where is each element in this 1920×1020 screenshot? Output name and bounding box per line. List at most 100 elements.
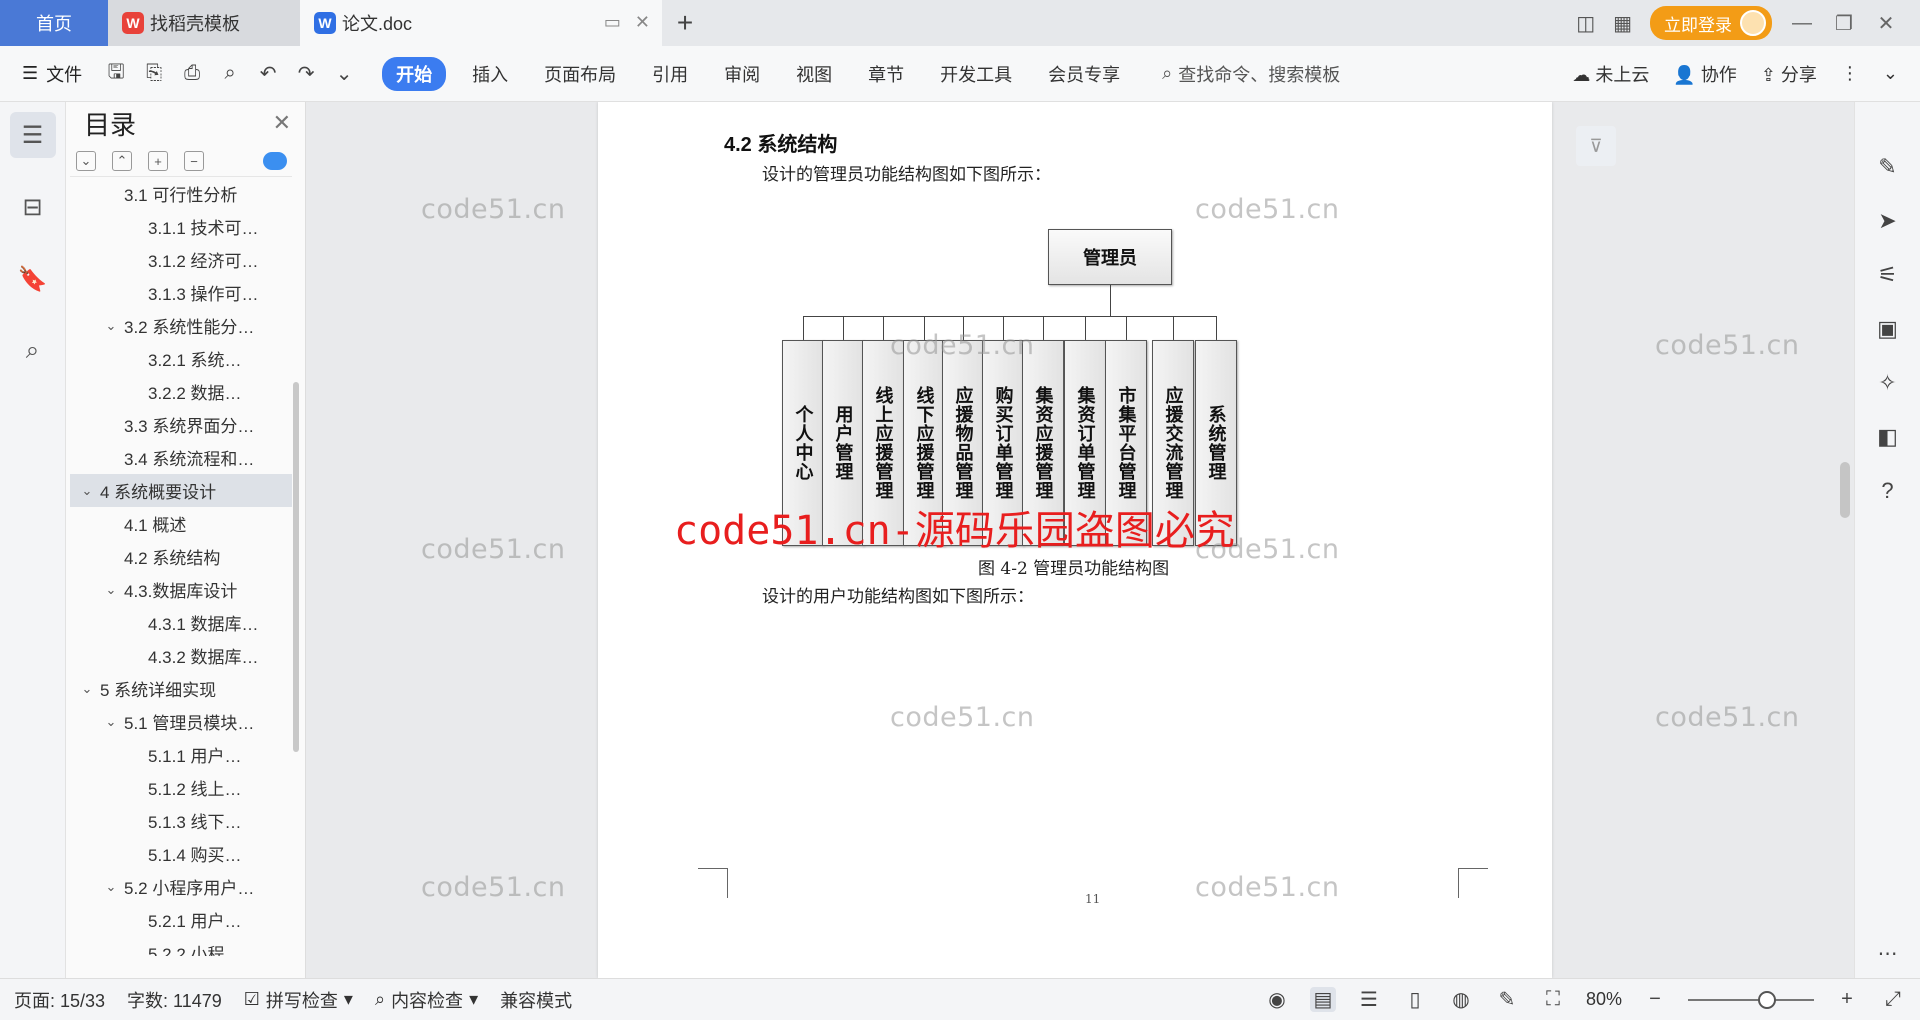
read-view-icon[interactable]: ▯ xyxy=(1402,987,1428,1012)
save-icon[interactable]: 🖫 xyxy=(104,57,128,91)
bookmark-icon[interactable]: 🔖 xyxy=(10,256,56,302)
minimize-icon[interactable]: — xyxy=(1790,12,1814,35)
fullscreen-icon[interactable]: ⤢ xyxy=(1880,988,1906,1011)
toc-item[interactable]: 4.2 系统结构 xyxy=(70,540,292,573)
toc-item[interactable]: 3.1.2 经济可… xyxy=(70,243,292,276)
page-view-icon[interactable]: ▤ xyxy=(1309,987,1336,1012)
zoom-slider[interactable] xyxy=(1688,990,1814,1009)
redo-icon[interactable]: ↷ xyxy=(294,61,318,86)
cloud-status-button[interactable]: ☁ 未上云 xyxy=(1572,61,1649,87)
close-tab-icon[interactable]: ✕ xyxy=(635,12,650,33)
adjust-sliders-icon[interactable]: ⚟ xyxy=(1872,260,1904,290)
select-pointer-icon[interactable]: ➤ xyxy=(1872,206,1904,236)
zoom-slider-thumb[interactable] xyxy=(1758,990,1776,1009)
tab-document[interactable]: W 论文.doc ▭ ✕ xyxy=(300,0,662,46)
zoom-level[interactable]: 80% xyxy=(1586,989,1622,1010)
tab-developer[interactable]: 开发工具 xyxy=(940,61,1012,87)
print-icon[interactable]: ⎙ xyxy=(180,62,204,85)
collapse-ribbon-icon[interactable]: ⌄ xyxy=(1883,63,1898,84)
help-icon[interactable]: ? xyxy=(1872,476,1904,506)
spell-check-button[interactable]: ☑ 拼写检查 ▾ xyxy=(244,987,353,1013)
toc-item[interactable]: 3.3 系统界面分… xyxy=(70,408,292,441)
toc-item[interactable]: ⌄ 5 系统详细实现 xyxy=(70,672,292,705)
zoom-in-icon[interactable]: + xyxy=(1834,988,1860,1011)
toc-item[interactable]: 5.1.4 购买… xyxy=(70,837,292,870)
chevron-down-icon[interactable]: ⌄ xyxy=(78,483,96,499)
login-button[interactable]: 立即登录 xyxy=(1650,6,1772,40)
chevron-down-icon[interactable]: ⌄ xyxy=(78,681,96,697)
toc-item[interactable]: 3.1 可行性分析 xyxy=(70,177,292,210)
toc-item[interactable]: 3.1.1 技术可… xyxy=(70,210,292,243)
outline-view-icon[interactable]: ☰ xyxy=(1356,987,1382,1012)
scrollbar-thumb[interactable] xyxy=(1840,462,1850,518)
toc-item[interactable]: 3.2.2 数据… xyxy=(70,375,292,408)
toc-item[interactable]: ⌄ 4 系统概要设计 xyxy=(70,474,292,507)
reading-mode-icon[interactable]: ◧ xyxy=(1872,422,1904,452)
collab-button[interactable]: 👤 协作 xyxy=(1673,61,1736,87)
tab-references[interactable]: 引用 xyxy=(652,61,688,87)
toc-item[interactable]: 5.1.2 线上… xyxy=(70,771,292,804)
find-icon[interactable]: ⌕ xyxy=(10,328,56,374)
command-search[interactable]: ⌕ 查找命令、搜索模板 xyxy=(1162,61,1340,87)
remove-level-icon[interactable]: − xyxy=(184,151,204,171)
toc-item[interactable]: ⌄ 3.2 系统性能分… xyxy=(70,309,292,342)
toc-item[interactable]: 4.1 概述 xyxy=(70,507,292,540)
more-icon[interactable]: ⋮ xyxy=(1841,63,1859,84)
print-preview-icon[interactable]: ⌕ xyxy=(218,62,242,85)
tab-member[interactable]: 会员专享 xyxy=(1048,61,1120,87)
chevron-down-icon[interactable]: ⌄ xyxy=(102,318,120,334)
word-count[interactable]: 字数: 11479 xyxy=(127,987,222,1013)
tab-page-layout[interactable]: 页面布局 xyxy=(544,61,616,87)
toc-item[interactable]: 3.4 系统流程和… xyxy=(70,441,292,474)
tab-insert[interactable]: 插入 xyxy=(472,61,508,87)
toc-item[interactable]: 5.2.1 用户… xyxy=(70,903,292,936)
new-tab-button[interactable]: + xyxy=(662,0,708,46)
toc-item[interactable]: ⌄ 5.1 管理员模块… xyxy=(70,705,292,738)
smart-toc-toggle[interactable] xyxy=(263,152,287,170)
more-options-icon[interactable]: ⋯ xyxy=(1872,938,1904,968)
tab-start[interactable]: 开始 xyxy=(382,56,447,91)
expand-all-icon[interactable]: ⌄ xyxy=(76,151,96,171)
zoom-out-icon[interactable]: − xyxy=(1642,988,1668,1011)
export-icon[interactable]: ⎘ xyxy=(142,62,166,85)
toc-item[interactable]: 5.1.3 线下… xyxy=(70,804,292,837)
toc-item[interactable]: 4.3.1 数据库… xyxy=(70,606,292,639)
toc-item[interactable]: ⌄ 5.2 小程序用户… xyxy=(70,870,292,903)
chevron-down-icon[interactable]: ⌄ xyxy=(102,582,120,598)
toc-item[interactable]: 3.1.3 操作可… xyxy=(70,276,292,309)
add-level-icon[interactable]: + xyxy=(148,151,168,171)
eye-protect-icon[interactable]: ◉ xyxy=(1264,987,1290,1012)
image-tool-icon[interactable]: ▣ xyxy=(1872,314,1904,344)
toc-item[interactable]: 5.2.2 小程… xyxy=(70,936,292,956)
close-window-icon[interactable]: ✕ xyxy=(1874,11,1898,36)
tab-template[interactable]: W 找稻壳模板 xyxy=(108,0,300,46)
chevron-down-icon[interactable]: ⌄ xyxy=(332,61,356,86)
share-button[interactable]: ⇪ 分享 xyxy=(1761,61,1817,87)
page-count[interactable]: 页面: 15/33 xyxy=(14,987,105,1013)
restore-icon[interactable]: ❐ xyxy=(1832,11,1856,36)
fit-page-icon[interactable]: ⛶ xyxy=(1540,988,1566,1011)
toc-icon[interactable]: ☰ xyxy=(9,112,56,158)
edit-pen-icon[interactable]: ✎ xyxy=(1872,152,1904,182)
toc-item[interactable]: 4.3.2 数据库… xyxy=(70,639,292,672)
tab-chapter[interactable]: 章节 xyxy=(868,61,904,87)
toc-item[interactable]: 3.2.1 系统… xyxy=(70,342,292,375)
web-view-icon[interactable]: ◍ xyxy=(1448,987,1474,1012)
layout-icon[interactable]: ◫ xyxy=(1576,11,1595,36)
navigation-icon[interactable]: ⊟ xyxy=(10,184,56,230)
toc-item[interactable]: ⌄ 4.3.数据库设计 xyxy=(70,573,292,606)
write-view-icon[interactable]: ✎ xyxy=(1494,987,1520,1012)
toc-scrollbar[interactable] xyxy=(293,382,299,752)
tab-review[interactable]: 审阅 xyxy=(724,61,760,87)
document-scrollbar[interactable] xyxy=(1836,102,1852,978)
content-check-button[interactable]: ⌕ 内容检查 ▾ xyxy=(375,987,478,1013)
toc-item[interactable]: 5.1.1 用户… xyxy=(70,738,292,771)
tab-view[interactable]: 视图 xyxy=(796,61,832,87)
chevron-down-icon[interactable]: ⌄ xyxy=(102,879,120,895)
chevron-down-icon[interactable]: ⌄ xyxy=(102,714,120,730)
undo-icon[interactable]: ↶ xyxy=(256,61,280,86)
ai-assistant-icon[interactable]: ✧ xyxy=(1872,368,1904,398)
collapse-panel-icon[interactable]: ⊽ xyxy=(1576,126,1616,166)
file-menu[interactable]: ☰ 文件 xyxy=(22,61,82,87)
pin-window-icon[interactable]: ▭ xyxy=(604,12,621,33)
